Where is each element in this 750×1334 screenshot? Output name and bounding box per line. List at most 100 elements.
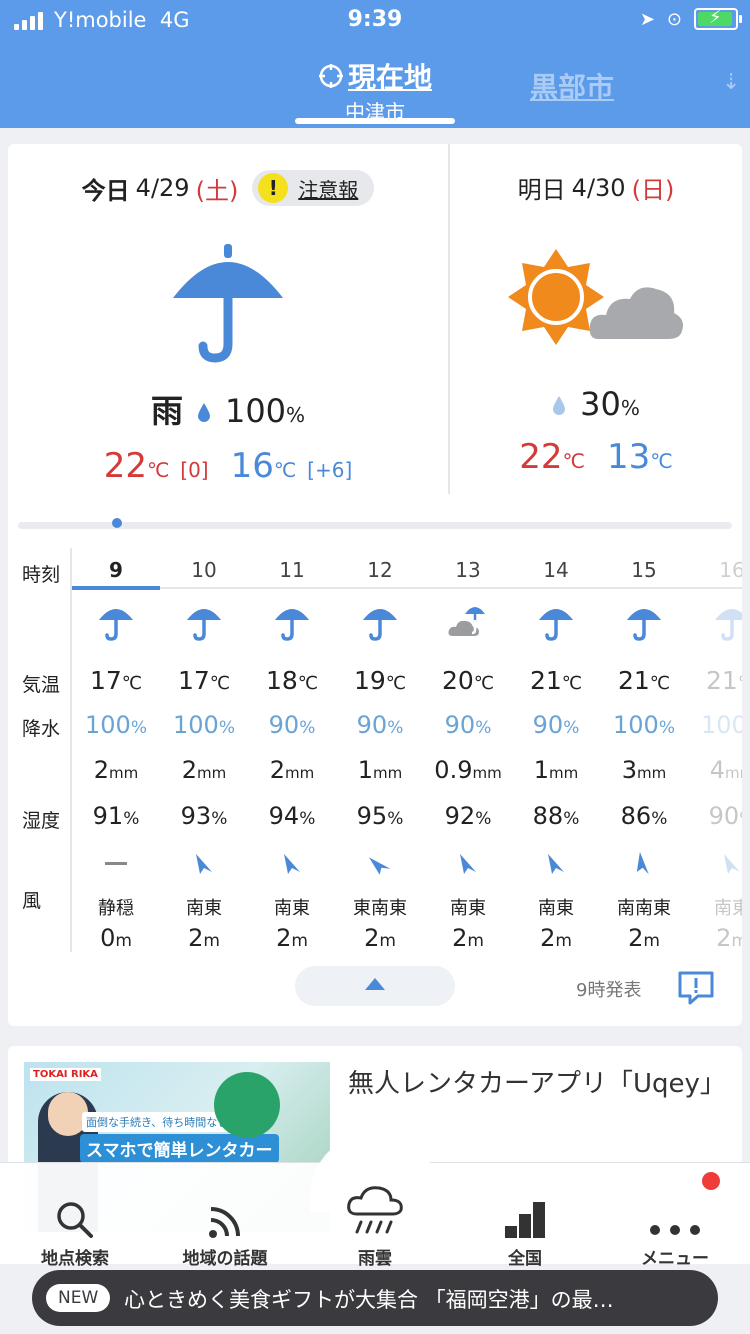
hour-scroll-track[interactable] <box>18 522 732 529</box>
label-temp: 気温 <box>22 674 61 696</box>
hour-wind-speed: 2m <box>716 924 742 952</box>
wind-arrow-icon <box>284 854 300 874</box>
hour-wind-arrow <box>600 850 688 878</box>
hour-column[interactable]: 11 18℃ 90% 2mm 94% 南東 2m <box>248 548 336 952</box>
news-ticker[interactable]: NEW 心ときめく美食ギフトが大集合 「福岡空港」の最… <box>32 1270 718 1326</box>
today-forecast[interactable]: 今日 4/29 (土) ! 注意報 雨 100% 22℃ [0] 16℃ [+6… <box>8 144 448 486</box>
nav-menu[interactable]: メニュー <box>600 1180 750 1269</box>
hour-amount: 3mm <box>621 756 667 784</box>
status-bar: Y!mobile 4G 9:39 ➤ ⊙ ⚡ <box>0 0 750 42</box>
hour-humidity: 90% <box>708 802 742 830</box>
hour-wind-dir: 南東 <box>450 898 486 919</box>
hourly-forecast[interactable]: 時刻 気温 降水 湿度 風 9 17℃ 100% 2mm 91% 静穏 0m 10 17℃ 100… <box>8 548 742 952</box>
hour-column[interactable]: 15 21℃ 100% 3mm 86% 南南東 2m <box>600 548 688 952</box>
warning-badge[interactable]: ! 注意報 <box>252 170 375 206</box>
wind-arrow-icon <box>548 854 564 874</box>
header-bar: Y!mobile 4G 9:39 ➤ ⊙ ⚡ 現在地 中津市 黒部市 ⇣ <box>0 0 750 128</box>
hour-label: 16 <box>719 558 742 582</box>
hour-amount: 1mm <box>357 756 403 784</box>
hour-label: 13 <box>455 558 481 582</box>
hour-precip: 90% <box>268 711 316 739</box>
hour-label: 15 <box>631 558 657 582</box>
hour-label: 10 <box>191 558 217 582</box>
umbrella-icon <box>688 600 742 642</box>
rain-cloud-icon <box>347 1186 403 1234</box>
tomorrow-precip: 30 <box>580 385 621 423</box>
today-low-diff: [+6] <box>307 458 353 482</box>
feedback-icon[interactable] <box>676 970 716 1006</box>
nav-local-topics[interactable]: 地域の話題 <box>150 1180 300 1269</box>
umbrella-icon <box>336 600 424 642</box>
chevron-up-icon <box>365 978 385 990</box>
umbrella-icon <box>248 600 336 642</box>
hour-amount: 2mm <box>93 756 139 784</box>
label-humidity: 湿度 <box>22 810 61 832</box>
rotation-lock-icon: ⊙ <box>666 8 682 30</box>
hour-humidity: 86% <box>620 802 668 830</box>
hour-label: 12 <box>367 558 393 582</box>
hour-precip: 90% <box>532 711 580 739</box>
tab-current-location[interactable]: 現在地 中津市 <box>300 56 450 125</box>
collapse-button[interactable] <box>295 966 455 1006</box>
hour-column[interactable]: 16 21℃ 100% 4mm 90% 南東 2m <box>688 548 742 952</box>
umbrella-icon <box>600 600 688 642</box>
hour-amount: 1mm <box>533 756 579 784</box>
hour-temp: 18℃ <box>265 666 319 695</box>
hour-wind-arrow <box>336 850 424 878</box>
wind-arrow-icon <box>636 851 649 875</box>
hour-wind-arrow <box>160 850 248 878</box>
tab-overflow-edge[interactable]: ⇣ <box>722 70 740 95</box>
tomorrow-forecast[interactable]: 明日 4/30 (日) 30% 22℃ 13℃ <box>450 144 742 477</box>
nav-rain-cloud[interactable]: 雨雲 <box>300 1180 450 1269</box>
hour-humidity: 94% <box>268 802 316 830</box>
hour-wind-dir: 南東 <box>538 898 574 919</box>
label-time: 時刻 <box>22 564 61 586</box>
forecast-card: 今日 4/29 (土) ! 注意報 雨 100% 22℃ [0] 16℃ [+6… <box>8 144 742 1026</box>
ad-badge <box>214 1072 280 1138</box>
hour-column[interactable]: 12 19℃ 90% 1mm 95% 東南東 2m <box>336 548 424 952</box>
hour-wind-arrow <box>72 850 160 878</box>
hour-amount: 2mm <box>269 756 315 784</box>
hour-column[interactable]: 10 17℃ 100% 2mm 93% 南東 2m <box>160 548 248 952</box>
wind-arrow-icon <box>460 854 476 874</box>
hour-temp: 17℃ <box>177 666 231 695</box>
hour-temp: 21℃ <box>529 666 583 695</box>
hour-temp: 21℃ <box>617 666 671 695</box>
nav-national[interactable]: 全国 <box>450 1180 600 1269</box>
nav-search[interactable]: 地点検索 <box>0 1180 150 1269</box>
bars-icon <box>505 1202 545 1238</box>
tab-next-city[interactable]: 黒部市 <box>530 66 614 106</box>
hourly-columns[interactable]: 9 17℃ 100% 2mm 91% 静穏 0m 10 17℃ 100% 2mm 93% 南東 2m 11 1… <box>72 548 742 952</box>
hour-wind-arrow <box>248 850 336 878</box>
warning-icon: ! <box>258 173 289 203</box>
search-icon <box>57 1202 93 1238</box>
hour-precip: 100% <box>701 711 742 739</box>
clock: 9:39 <box>347 7 403 32</box>
hour-amount: 4mm <box>709 756 742 784</box>
hour-wind-arrow <box>424 850 512 878</box>
wind-arrow-icon <box>196 854 212 874</box>
hour-wind-speed: 2m <box>188 924 220 952</box>
raindrop-icon <box>553 396 566 415</box>
hour-humidity: 93% <box>180 802 228 830</box>
hour-column[interactable]: 9 17℃ 100% 2mm 91% 静穏 0m <box>72 548 160 952</box>
hour-humidity: 88% <box>532 802 580 830</box>
hour-precip: 100% <box>173 711 235 739</box>
umbrella-icon <box>72 600 160 642</box>
umbrella-icon <box>512 600 600 642</box>
crosshair-icon <box>318 64 343 88</box>
hour-column[interactable]: 13 20℃ 90% 0.9mm 92% 南東 2m <box>424 548 512 952</box>
hour-temp: 19℃ <box>353 666 407 695</box>
umbrella-icon <box>160 600 248 642</box>
hour-label: 14 <box>543 558 569 582</box>
hour-scroll-thumb[interactable] <box>112 518 122 528</box>
calm-icon <box>105 862 127 865</box>
ad-brand: TOKAI RIKA <box>30 1068 101 1081</box>
umbrella-icon <box>163 236 293 366</box>
hour-temp: 21℃ <box>705 666 742 695</box>
ad-title[interactable]: 無人レンタカーアプリ「Uqey」 <box>348 1066 728 1102</box>
tomorrow-label: 明日 <box>517 176 566 204</box>
hour-column[interactable]: 14 21℃ 90% 1mm 88% 南東 2m <box>512 548 600 952</box>
ticker-text[interactable]: 心ときめく美食ギフトが大集合 「福岡空港」の最… <box>124 1284 704 1314</box>
raindrop-icon <box>197 403 210 422</box>
